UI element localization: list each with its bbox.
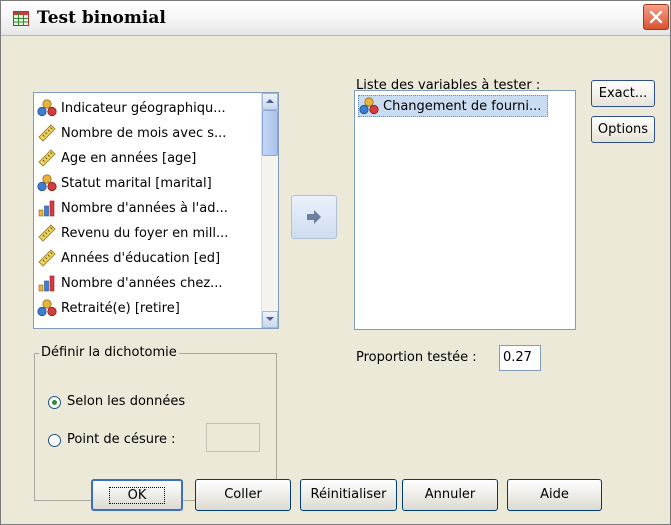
list-item-label: Age en années [age] <box>61 150 197 166</box>
list-item[interactable]: Nombre d'années chez... <box>37 272 223 294</box>
list-item[interactable]: Revenu du foyer en mill... <box>37 222 228 244</box>
scale-icon <box>37 124 57 142</box>
move-to-test-list-button[interactable] <box>291 195 337 239</box>
scale-icon <box>37 149 57 167</box>
source-variable-list[interactable]: Indicateur géographiqu... Nombre de mois … <box>33 92 279 329</box>
nominal-icon <box>37 299 57 317</box>
radio-cut-point-label[interactable]: Point de césure : <box>67 432 176 447</box>
arrow-right-icon <box>307 210 321 224</box>
list-item[interactable]: Années d'éducation [ed] <box>37 247 220 269</box>
ordinal-icon <box>37 199 57 217</box>
proportion-input[interactable]: 0.27 <box>499 345 541 371</box>
scroll-thumb[interactable] <box>262 110 278 156</box>
list-item[interactable]: Changement de fourni... <box>358 95 549 117</box>
list-item[interactable]: Nombre d'années à l'ad... <box>37 197 228 219</box>
list-item[interactable]: Nombre de mois avec s... <box>37 122 226 144</box>
cut-point-input[interactable] <box>206 423 260 452</box>
proportion-label: Proportion testée : <box>356 350 477 365</box>
scale-icon <box>37 249 57 267</box>
ordinal-icon <box>37 274 57 292</box>
title-bar[interactable]: Test binomial <box>1 1 670 36</box>
reset-button[interactable]: Réinitialiser <box>300 479 397 511</box>
scale-icon <box>37 224 57 242</box>
list-item-label: Années d'éducation [ed] <box>61 250 221 266</box>
list-item-label: Nombre de mois avec s... <box>61 125 227 141</box>
paste-button[interactable]: Coller <box>195 479 291 511</box>
dialog-body: Indicateur géographiqu... Nombre de mois … <box>1 36 670 524</box>
scroll-up-button[interactable] <box>262 93 278 110</box>
list-item[interactable]: Statut marital [marital] <box>37 172 212 194</box>
close-icon <box>649 10 663 24</box>
source-list-scrollbar[interactable] <box>261 93 278 328</box>
arrow-up-icon <box>266 99 274 103</box>
list-item-label: Retraité(e) [retire] <box>61 300 180 316</box>
radio-from-data[interactable] <box>48 396 61 409</box>
nominal-icon <box>37 99 57 117</box>
close-button[interactable] <box>643 4 669 30</box>
radio-from-data-label[interactable]: Selon les données <box>67 394 185 409</box>
list-item[interactable]: Retraité(e) [retire] <box>37 297 180 319</box>
list-item-label: Statut marital [marital] <box>61 175 212 191</box>
help-button[interactable]: Aide <box>507 479 602 511</box>
exact-button[interactable]: Exact... <box>591 80 655 107</box>
list-item[interactable]: Indicateur géographiqu... <box>37 97 226 119</box>
options-button[interactable]: Options <box>591 116 655 143</box>
ok-button-label: OK <box>108 487 166 504</box>
dichotomy-group-title: Définir la dichotomie <box>39 345 179 360</box>
cancel-button[interactable]: Annuler <box>402 479 498 511</box>
radio-cut-point[interactable] <box>48 434 61 447</box>
dataset-grid-icon <box>13 11 29 26</box>
binomial-test-dialog: Test binomial Indicateur géographiqu... N… <box>0 0 671 525</box>
scroll-down-button[interactable] <box>262 311 278 328</box>
list-item[interactable]: Age en années [age] <box>37 147 196 169</box>
arrow-down-icon <box>266 317 274 321</box>
test-variable-list[interactable]: Changement de fourni... <box>354 90 576 330</box>
ok-button[interactable]: OK <box>91 479 183 511</box>
list-item-label: Revenu du foyer en mill... <box>61 225 229 241</box>
nominal-icon <box>37 174 57 192</box>
list-item-label: Indicateur géographiqu... <box>61 100 226 116</box>
list-item-label: Changement de fourni... <box>383 98 542 114</box>
dialog-title: Test binomial <box>37 8 166 28</box>
list-item-label: Nombre d'années à l'ad... <box>61 200 228 216</box>
nominal-icon <box>359 97 379 115</box>
list-item-label: Nombre d'années chez... <box>61 275 223 291</box>
